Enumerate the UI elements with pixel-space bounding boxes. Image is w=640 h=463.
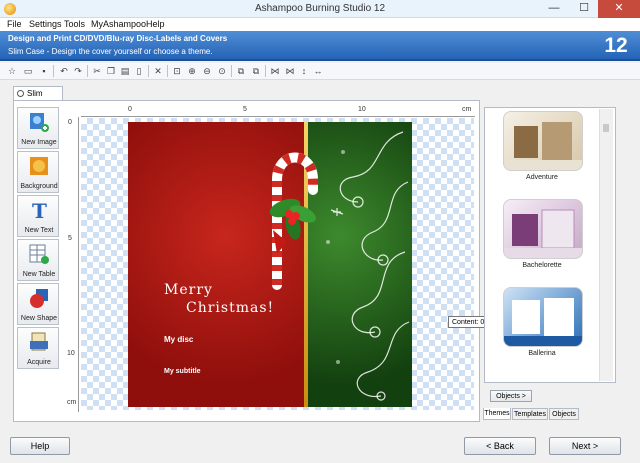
candy-cane-image <box>269 152 318 290</box>
delete-icon[interactable]: ✕ <box>152 65 164 77</box>
menu-bar: File Settings Tools MyAshampoo Help <box>0 18 640 31</box>
tool-label: New Table <box>22 271 56 278</box>
objects-button[interactable]: Objects > <box>490 390 532 402</box>
version-badge: 12 <box>604 34 628 57</box>
zoom-out-icon[interactable]: ⊖ <box>201 65 213 77</box>
theme-card-bachelorette[interactable] <box>503 199 583 259</box>
back-button[interactable]: < Back <box>464 437 536 455</box>
cover-title-line2[interactable]: Christmas! <box>186 300 274 316</box>
minimize-button[interactable]: — <box>540 0 568 18</box>
send-backward-icon[interactable]: ⧉ <box>250 65 262 77</box>
cover-artwork[interactable]: Merry Christmas! My disc My subtitle <box>128 122 412 407</box>
new-shape-icon <box>30 289 48 308</box>
new-text-icon: T <box>32 199 47 221</box>
ruler-unit: cm <box>67 399 77 406</box>
tab-templates[interactable]: Templates <box>512 408 548 420</box>
tool-label: New Text <box>24 227 54 234</box>
background-icon <box>30 157 48 175</box>
redo-icon[interactable]: ↷ <box>72 65 84 77</box>
toolbar-separator <box>53 65 54 77</box>
cover-title-line1[interactable]: Merry <box>164 282 213 298</box>
theme-label[interactable]: Adventure <box>486 174 598 181</box>
help-button[interactable]: Help <box>10 437 70 455</box>
new-text-button[interactable]: T New Text <box>17 195 59 237</box>
close-button[interactable]: ✕ <box>598 0 640 18</box>
bachelorette-thumbnail <box>504 209 582 258</box>
title-bar: Ashampoo Burning Studio 12 — ☐ ✕ <box>0 0 640 18</box>
disc-case-icon <box>17 90 24 97</box>
ruler-tick: 5 <box>68 235 72 242</box>
svg-text:T: T <box>32 199 47 221</box>
ruler-tick: 10 <box>358 106 366 113</box>
next-button[interactable]: Next > <box>549 437 621 455</box>
maximize-button[interactable]: ☐ <box>570 0 598 18</box>
toolbar: ☆ ▭ ▪ ↶ ↷ ✂ ❐ ▤ ▯ ✕ ⊡ ⊕ ⊖ ⊙ ⧉ ⧉ ⋈ ⋈ ↕ ↔ <box>0 63 640 80</box>
ruler-tick: 0 <box>68 119 72 126</box>
header-banner: Design and Print CD/DVD/Blu-ray Disc-Lab… <box>0 31 640 61</box>
cut-icon[interactable]: ✂ <box>91 65 103 77</box>
align-vertical-icon[interactable]: ↕ <box>298 65 310 77</box>
clear-icon[interactable]: ▯ <box>133 65 145 77</box>
theme-card-adventure[interactable] <box>503 111 583 171</box>
toolbar-separator <box>87 65 88 77</box>
new-shape-button[interactable]: New Shape <box>17 283 59 325</box>
toolbar-separator <box>231 65 232 77</box>
bring-forward-icon[interactable]: ⧉ <box>235 65 247 77</box>
banner-subtitle: Slim Case - Design the cover yourself or… <box>8 47 213 56</box>
horizontal-ruler: 0 5 10 cm <box>81 106 475 117</box>
theme-label[interactable]: Ballerina <box>486 350 598 357</box>
copy-icon[interactable]: ❐ <box>105 65 117 77</box>
menu-file[interactable]: File <box>7 19 22 29</box>
save-icon[interactable]: ▪ <box>38 65 50 77</box>
tool-label: New Image <box>21 139 57 146</box>
zoom-icon[interactable]: ⊙ <box>216 65 228 77</box>
banner-title: Design and Print CD/DVD/Blu-ray Disc-Lab… <box>8 34 228 43</box>
ballerina-thumbnail <box>504 298 582 346</box>
flip-horizontal-icon[interactable]: ⋈ <box>269 65 281 77</box>
toolbar-separator <box>265 65 266 77</box>
tool-label: Acquire <box>27 359 51 366</box>
new-table-button[interactable]: New Table <box>17 239 59 281</box>
open-folder-icon[interactable]: ▭ <box>22 65 34 77</box>
ruler-tick: 0 <box>128 106 132 113</box>
menu-myashampoo[interactable]: MyAshampoo <box>91 19 146 29</box>
ruler-tick: 5 <box>243 106 247 113</box>
toolbar-separator <box>148 65 149 77</box>
align-horizontal-icon[interactable]: ↔ <box>312 65 324 77</box>
themes-scrollbar[interactable] <box>599 109 613 381</box>
zoom-in-icon[interactable]: ⊕ <box>186 65 198 77</box>
theme-card-ballerina[interactable] <box>503 287 583 347</box>
swirl-ornament-image <box>326 131 410 401</box>
adventure-thumbnail <box>504 122 582 170</box>
ruler-unit: cm <box>462 106 472 113</box>
ruler-tick: 10 <box>67 350 75 357</box>
undo-icon[interactable]: ↶ <box>58 65 70 77</box>
tool-label: Background <box>20 183 58 190</box>
new-table-icon <box>29 244 49 264</box>
cover-subtitle-text[interactable]: My subtitle <box>164 368 201 375</box>
new-image-icon <box>30 113 49 132</box>
cover-disc-text[interactable]: My disc <box>164 335 193 344</box>
toolbar-separator <box>167 65 168 77</box>
menu-help[interactable]: Help <box>146 19 165 29</box>
zoom-fit-icon[interactable]: ⊡ <box>171 65 183 77</box>
menu-settings[interactable]: Settings <box>29 19 62 29</box>
background-button[interactable]: Background <box>17 151 59 193</box>
new-image-button[interactable]: New Image <box>17 107 59 149</box>
tab-slim-case[interactable]: Slim Case <box>13 86 63 111</box>
vertical-ruler: 0 5 10 cm <box>66 117 79 412</box>
tab-objects[interactable]: Objects <box>549 408 579 420</box>
tab-themes[interactable]: Themes <box>483 408 511 420</box>
acquire-button[interactable]: Acquire <box>17 327 59 369</box>
theme-label[interactable]: Bachelorette <box>486 262 598 269</box>
acquire-icon <box>30 332 48 351</box>
flip-vertical-icon[interactable]: ⋈ <box>284 65 296 77</box>
menu-tools[interactable]: Tools <box>64 19 85 29</box>
tool-label: New Shape <box>20 315 58 322</box>
new-icon[interactable]: ☆ <box>6 65 18 77</box>
scrollbar-thumb[interactable] <box>603 124 609 132</box>
paste-icon[interactable]: ▤ <box>119 65 131 77</box>
